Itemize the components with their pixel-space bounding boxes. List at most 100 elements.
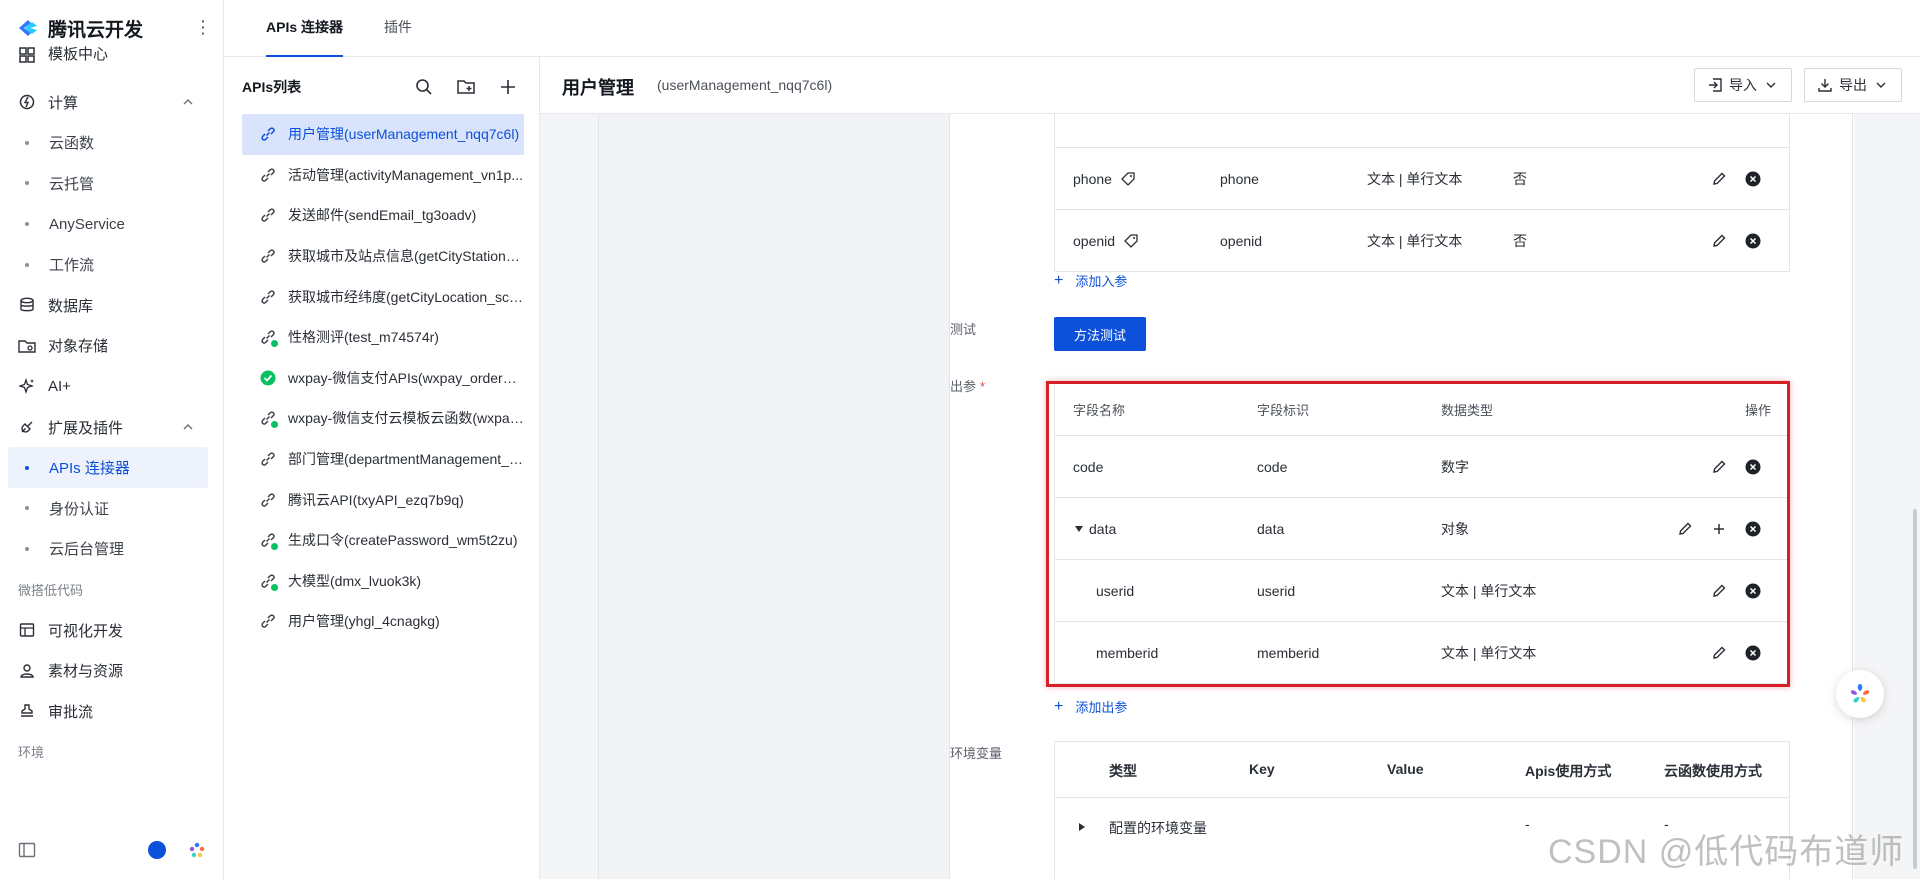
delete-icon[interactable] (1745, 171, 1761, 187)
delete-icon[interactable] (1745, 521, 1761, 537)
api-item[interactable]: 用户管理(userManagement_nqq7c6l) (242, 114, 524, 155)
collapse-sidebar-icon[interactable] (18, 841, 36, 859)
nav-item-workflow[interactable]: 工作流 (0, 244, 224, 285)
apis-list-panel: APIs列表 用户管理(userManagement_nqq7c6l) 活动管理… (224, 57, 540, 879)
link-icon (260, 492, 276, 508)
export-button[interactable]: 导出 (1804, 68, 1902, 102)
field-id: openid (1220, 232, 1263, 249)
nav-item-visual-dev[interactable]: 可视化开发 (0, 610, 224, 651)
add-output-param-link[interactable]: + 添加出参 (1054, 697, 1127, 716)
api-item[interactable]: 腾讯云API(txyAPI_ezq7b9q) (242, 479, 524, 520)
nav-group-lowcode: 微搭低代码 (18, 582, 84, 598)
input-params-table: phone phone 文本 | 单行文本 否 openid openid 文本… (1054, 114, 1790, 272)
import-button[interactable]: 导入 (1694, 68, 1792, 102)
field-id: phone (1220, 170, 1259, 187)
nav-item-label: 云函数 (49, 135, 95, 153)
api-item-label: 性格测评(test_m74574r) (288, 329, 439, 346)
delete-icon[interactable] (1745, 583, 1761, 599)
link-icon (260, 532, 278, 551)
caret-right-icon[interactable] (1077, 822, 1087, 832)
col-type-header: 类型 (1109, 763, 1137, 779)
nav-item-ai[interactable]: AI+ (0, 366, 224, 407)
template-badge-icon (271, 583, 278, 591)
assistant-flower-icon[interactable] (188, 841, 206, 859)
user-avatar-icon[interactable] (148, 841, 166, 859)
add-api-icon[interactable] (498, 77, 518, 97)
api-item[interactable]: 用户管理(yhgl_4cnagkg) (242, 601, 524, 642)
add-input-param-link[interactable]: + 添加入参 (1054, 271, 1127, 290)
nav-item-label: 云托管 (49, 175, 95, 193)
edit-icon[interactable] (1711, 233, 1727, 249)
chevron-up-icon (183, 99, 193, 105)
nav-item-cloud-function[interactable]: 云函数 (0, 123, 224, 164)
delete-icon[interactable] (1745, 233, 1761, 249)
nav-item-assets[interactable]: 素材与资源 (0, 650, 224, 691)
scrollbar-thumb[interactable] (1913, 509, 1917, 869)
link-icon (260, 613, 276, 629)
api-item[interactable]: 获取城市经纬度(getCityLocation_sca... (242, 276, 524, 317)
nav-item-label: AI+ (48, 377, 71, 395)
nav-item-label: APIs 连接器 (49, 460, 130, 478)
nav-item-template-center[interactable]: 模板中心 (0, 42, 224, 64)
edit-icon[interactable] (1677, 521, 1693, 537)
template-badge-icon (271, 421, 278, 429)
link-icon (260, 248, 276, 264)
api-item-label: wxpay-微信支付云模板云函数(wxpay... (288, 410, 524, 427)
api-item[interactable]: wxpay-微信支付APIs(wxpay_order_a... (242, 358, 524, 399)
nav-item-database[interactable]: 数据库 (0, 285, 224, 326)
edit-icon[interactable] (1711, 645, 1727, 661)
delete-icon[interactable] (1745, 459, 1761, 475)
api-item[interactable]: 发送邮件(sendEmail_tg3oadv) (242, 195, 524, 236)
api-item-label: 用户管理(yhgl_4cnagkg) (288, 613, 440, 630)
new-folder-icon[interactable] (456, 77, 476, 97)
edit-icon[interactable] (1711, 171, 1727, 187)
assistant-float-button[interactable] (1836, 670, 1884, 718)
nav-item-approval[interactable]: 审批流 (0, 691, 224, 732)
field-type: 数字 (1441, 458, 1469, 475)
field-name: data (1089, 520, 1117, 537)
col-id-header: 字段标识 (1257, 402, 1310, 418)
assets-icon (18, 662, 36, 680)
nav-item-cloud-admin[interactable]: 云后台管理 (0, 529, 224, 570)
nav-item-cloud-hosting[interactable]: 云托管 (0, 163, 224, 204)
search-icon[interactable] (414, 77, 434, 97)
api-item[interactable]: wxpay-微信支付云模板云函数(wxpay... (242, 398, 524, 439)
field-type: 对象 (1441, 520, 1469, 537)
brand-name: 腾讯云开发 (48, 19, 144, 41)
nav-item-compute[interactable]: 计算 (0, 82, 224, 123)
edit-icon[interactable] (1711, 583, 1727, 599)
field-name: openid (1073, 232, 1116, 249)
nav-item-apis-connector[interactable]: APIs 连接器 (8, 447, 208, 488)
api-item[interactable]: 性格测评(test_m74574r) (242, 317, 524, 358)
field-id: userid (1257, 582, 1296, 599)
col-key-header: Key (1249, 761, 1275, 777)
api-item[interactable]: 活动管理(activityManagement_vn1p... (242, 155, 524, 196)
add-child-icon[interactable] (1711, 521, 1727, 537)
nav-item-object-storage[interactable]: 对象存储 (0, 326, 224, 367)
nav-item-auth[interactable]: 身份认证 (0, 488, 224, 529)
tab-apis-connector[interactable]: APIs 连接器 (266, 0, 344, 57)
api-item-label: 获取城市经纬度(getCityLocation_sca... (288, 288, 524, 305)
caret-down-icon[interactable] (1073, 523, 1085, 535)
env-row-apis-usage: - (1525, 816, 1530, 832)
nav-item-label: 身份认证 (49, 500, 110, 518)
edit-icon[interactable] (1711, 459, 1727, 475)
api-item[interactable]: 获取城市及站点信息(getCityStation_... (242, 236, 524, 277)
nav-item-anyservice[interactable]: AnyService (0, 204, 224, 245)
left-card (598, 114, 950, 879)
link-icon (260, 126, 276, 142)
method-test-button[interactable]: 方法测试 (1054, 317, 1146, 351)
watermark: CSDN @低代码布道师 (1548, 833, 1905, 871)
api-item-label: 获取城市及站点信息(getCityStation_... (288, 248, 524, 265)
tab-plugins[interactable]: 插件 (384, 0, 412, 57)
nav-item-extensions[interactable]: 扩展及插件 (0, 407, 224, 448)
delete-icon[interactable] (1745, 645, 1761, 661)
api-item[interactable]: 部门管理(departmentManagement_a... (242, 439, 524, 480)
api-item[interactable]: 大模型(dmx_lvuok3k) (242, 561, 524, 602)
field-required: 否 (1513, 170, 1527, 187)
api-item[interactable]: 生成口令(createPassword_wm5t2zu) (242, 520, 524, 561)
more-vertical-icon[interactable]: ⋮ (194, 16, 212, 38)
link-icon (260, 289, 276, 305)
brand[interactable]: 腾讯云开发 (16, 14, 143, 42)
main-header: 用户管理 (userManagement_nqq7c6l) 导入 导出 (540, 57, 1920, 114)
